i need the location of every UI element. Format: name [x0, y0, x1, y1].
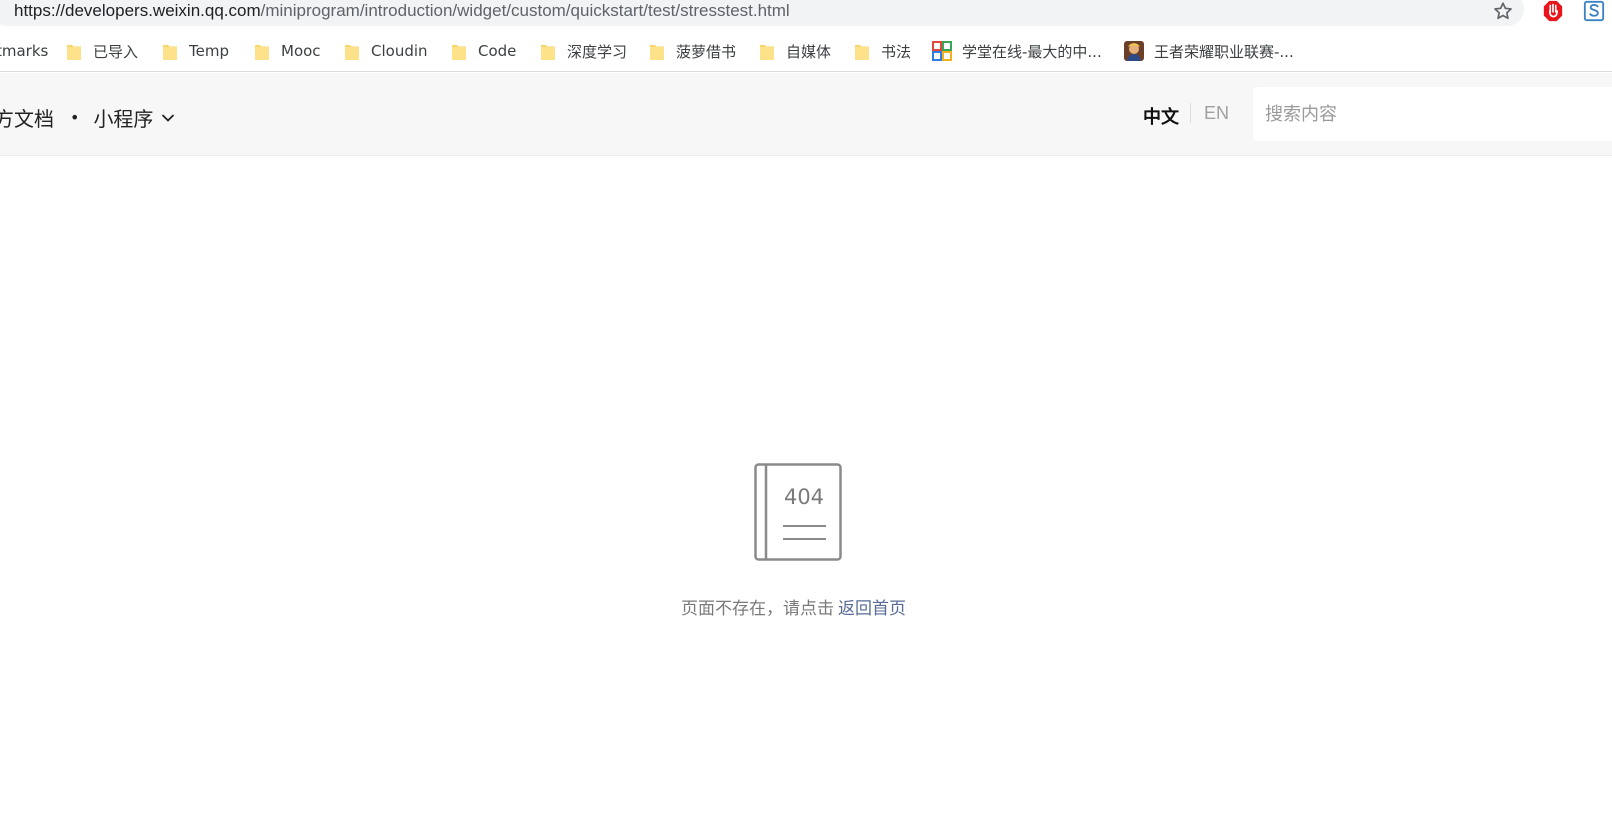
folder-icon: [67, 43, 81, 60]
bookmark-label: 已导入: [93, 42, 139, 61]
url-host: https://developers.weixin.qq.com: [14, 1, 261, 20]
bookmark-folder[interactable]: Code: [452, 40, 516, 62]
notfound-book-illustration: 404: [754, 463, 842, 561]
url-path: /miniprogram/introduction/widget/custom/…: [260, 1, 790, 20]
folder-icon: [345, 43, 359, 60]
folder-icon: [163, 43, 177, 60]
bookmark-folder[interactable]: 书法: [855, 40, 911, 62]
lang-zh-option[interactable]: 中文: [1143, 103, 1179, 129]
docs-title[interactable]: 方文档: [0, 103, 54, 132]
bookmark-item[interactable]: 学堂在线-最大的中...: [932, 40, 1102, 62]
notfound-text: 页面不存在，请点击: [681, 599, 834, 619]
lang-en-option[interactable]: EN: [1204, 103, 1229, 124]
bookmarks-bar: tmarks 已导入 Temp Mooc Cloudin Code 深度学习 菠…: [0, 30, 1612, 72]
bookmark-label: 菠萝借书: [676, 42, 737, 61]
lang-divider: [1190, 103, 1191, 123]
search-input[interactable]: [1265, 101, 1605, 127]
folder-icon: [541, 43, 555, 60]
browser-address-bar: https://developers.weixin.qq.com/minipro…: [0, 0, 1612, 26]
notfound-code-text: 404: [784, 485, 824, 509]
bookmark-folder[interactable]: 深度学习: [541, 40, 627, 62]
xuetang-favicon: [932, 41, 952, 61]
return-home-link[interactable]: 返回首页: [838, 599, 906, 619]
bookmark-folder[interactable]: Temp: [163, 40, 229, 62]
product-selector[interactable]: 小程序: [93, 103, 153, 132]
folder-icon: [255, 43, 269, 60]
folder-icon: [650, 43, 664, 60]
title-separator-dot: •: [70, 108, 80, 127]
bookmark-label: Mooc: [281, 42, 321, 60]
bookmark-label: 王者荣耀职业联赛-...: [1154, 42, 1294, 61]
bookmark-folder[interactable]: 已导入: [67, 40, 138, 62]
s-extension-icon[interactable]: [1582, 0, 1606, 22]
folder-icon: [452, 43, 466, 60]
bookmark-star-icon[interactable]: [1492, 0, 1514, 22]
bookmark-label: 自媒体: [786, 42, 832, 61]
bookmark-folder[interactable]: Mooc: [255, 40, 321, 62]
bookmark-label: 深度学习: [567, 42, 628, 61]
bookmark-label: Code: [478, 42, 517, 60]
bookmark-label: Cloudin: [371, 42, 428, 60]
chevron-down-icon[interactable]: [161, 113, 175, 123]
bookmark-label: 书法: [881, 42, 912, 61]
bookmark-folder[interactable]: 菠萝借书: [650, 40, 736, 62]
notfound-message: 页面不存在，请点击 返回首页: [681, 594, 906, 619]
site-title: 方文档 • 小程序: [0, 103, 175, 132]
bookmark-folder[interactable]: 自媒体: [760, 40, 831, 62]
folder-icon: [855, 43, 869, 60]
bookmark-item[interactable]: 王者荣耀职业联赛-...: [1124, 40, 1294, 62]
bookmark-folder[interactable]: Cloudin: [345, 40, 428, 62]
bookmark-item[interactable]: tmarks: [0, 40, 48, 62]
adblock-extension-icon[interactable]: [1542, 0, 1564, 22]
bookmark-label: 学堂在线-最大的中...: [962, 42, 1102, 61]
bookmark-label: tmarks: [0, 42, 49, 60]
search-box: [1253, 87, 1612, 141]
site-header: 方文档 • 小程序 中文 EN: [0, 73, 1612, 156]
game-avatar-favicon: [1124, 41, 1144, 61]
bookmark-label: Temp: [189, 42, 229, 60]
folder-icon: [760, 43, 774, 60]
url-text[interactable]: https://developers.weixin.qq.com/minipro…: [14, 0, 790, 24]
